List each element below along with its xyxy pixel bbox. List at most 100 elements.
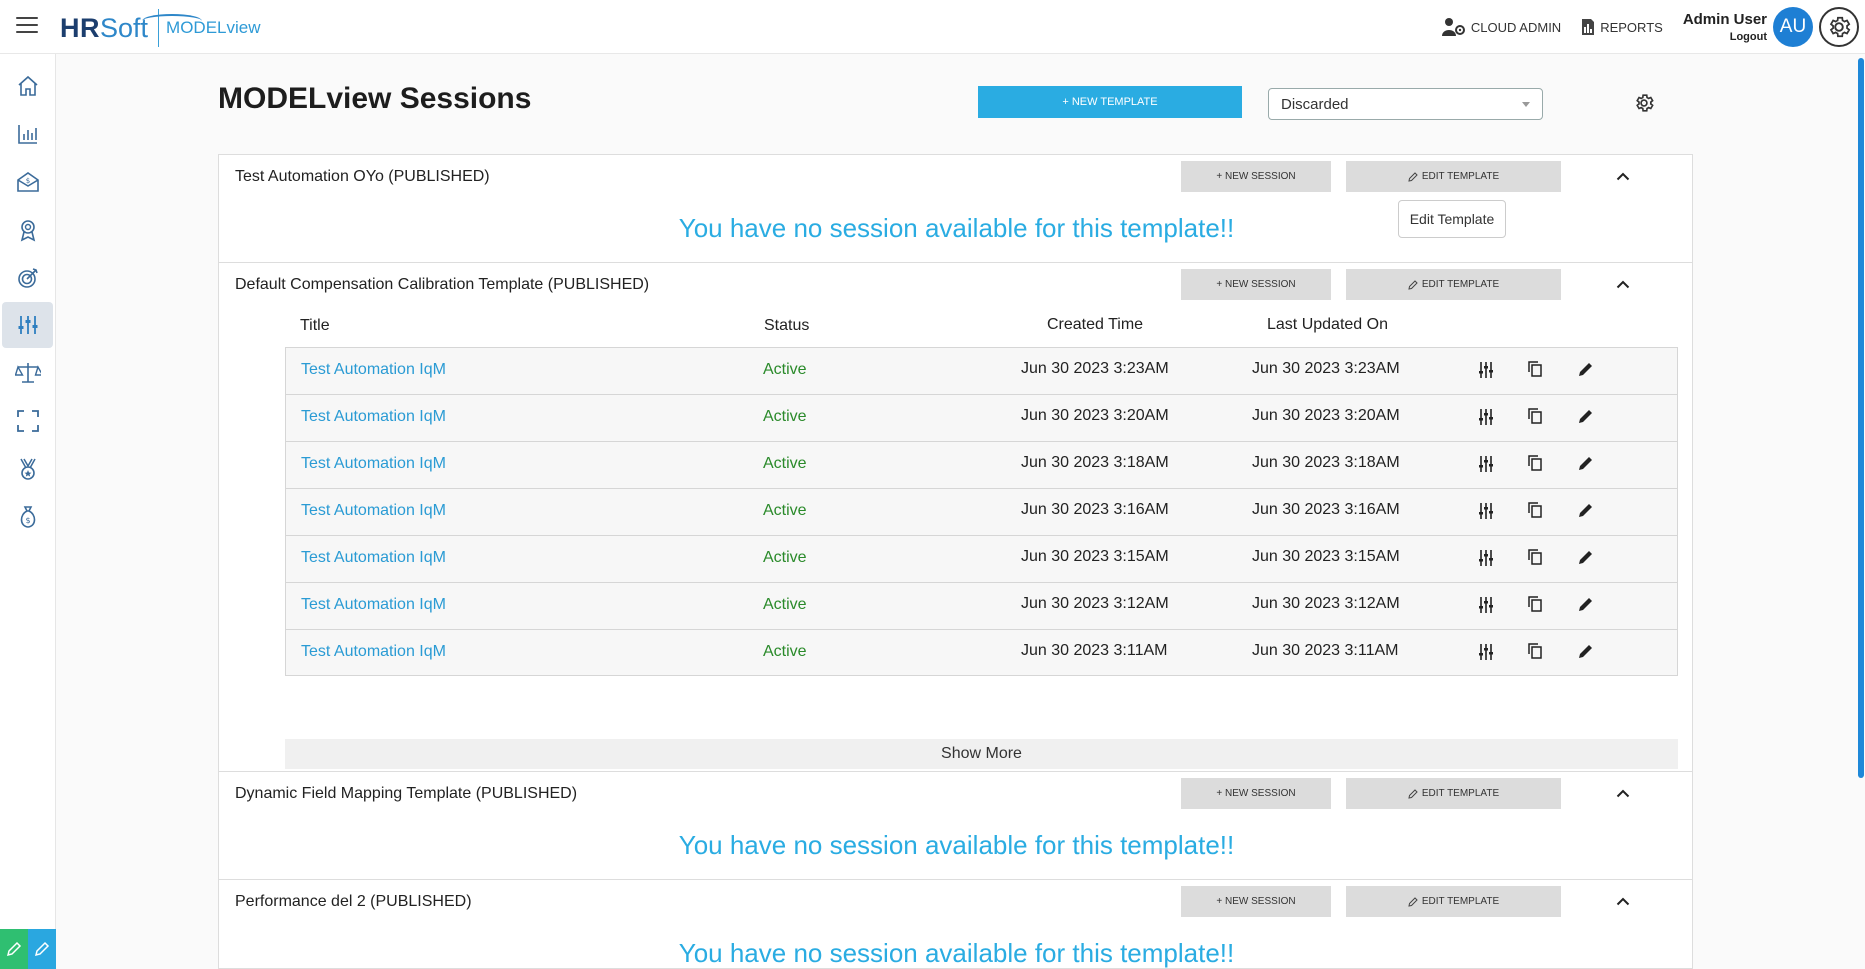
sliders-action-icon[interactable] xyxy=(1479,455,1493,473)
session-created: Jun 30 2023 3:20AM xyxy=(1021,407,1169,424)
edit-template-label: EDIT TEMPLATE xyxy=(1421,171,1500,182)
sidebar-item-calibration[interactable] xyxy=(2,350,53,396)
pencil-icon xyxy=(1408,279,1418,290)
sidebar-item-compensation[interactable]: $ xyxy=(2,159,53,205)
template-title: Test Automation OYo (PUBLISHED) xyxy=(235,168,490,185)
new-session-button[interactable]: + NEW SESSION xyxy=(1181,269,1331,300)
copy-icon[interactable] xyxy=(1528,502,1542,518)
session-title-link[interactable]: Test Automation IqM xyxy=(301,455,446,473)
money-bag-icon: $ xyxy=(20,506,35,528)
edit-pencil-icon[interactable] xyxy=(1578,643,1594,659)
sidebar: $ $ xyxy=(0,54,56,969)
copy-icon[interactable] xyxy=(1528,596,1542,612)
hamburger-menu-icon[interactable] xyxy=(16,17,38,35)
edit-pencil-icon[interactable] xyxy=(1578,455,1594,471)
chevron-up-icon[interactable] xyxy=(1616,897,1630,906)
session-updated: Jun 30 2023 3:12AM xyxy=(1252,595,1400,612)
new-template-button[interactable]: + NEW TEMPLATE xyxy=(978,86,1242,118)
sliders-action-icon[interactable] xyxy=(1479,408,1493,426)
hrsoft-logo[interactable]: HR Soft MODELview xyxy=(60,9,261,47)
table-row: Test Automation IqM Active Jun 30 2023 3… xyxy=(285,441,1678,488)
chevron-up-icon[interactable] xyxy=(1616,172,1630,181)
session-created: Jun 30 2023 3:12AM xyxy=(1021,595,1169,612)
session-title-link[interactable]: Test Automation IqM xyxy=(301,361,446,379)
session-title-link[interactable]: Test Automation IqM xyxy=(301,502,446,520)
avatar[interactable]: AU xyxy=(1773,7,1813,47)
logo-arc xyxy=(142,14,202,28)
sidebar-item-recognition[interactable] xyxy=(2,446,53,492)
show-more-button[interactable]: Show More xyxy=(285,739,1678,769)
sidebar-item-home[interactable] xyxy=(2,63,53,109)
new-session-button[interactable]: + NEW SESSION xyxy=(1181,886,1331,917)
feedback-pencil-button[interactable] xyxy=(0,929,28,969)
session-title-link[interactable]: Test Automation IqM xyxy=(301,408,446,426)
sidebar-item-modelview[interactable] xyxy=(2,302,53,348)
compensation-envelope-icon: $ xyxy=(16,172,39,192)
expand-frame-icon xyxy=(16,410,39,432)
balance-scale-icon xyxy=(14,363,41,383)
bottom-tools xyxy=(0,929,56,969)
session-updated: Jun 30 2023 3:11AM xyxy=(1252,642,1399,659)
copy-icon[interactable] xyxy=(1528,455,1542,471)
session-title-link[interactable]: Test Automation IqM xyxy=(301,643,446,661)
edit-pencil-icon[interactable] xyxy=(1578,502,1594,518)
caret-down-icon xyxy=(1522,102,1530,107)
edit-pencil-icon[interactable] xyxy=(1578,408,1594,424)
copy-icon[interactable] xyxy=(1528,408,1542,424)
session-title-link[interactable]: Test Automation IqM xyxy=(301,549,446,567)
cloud-admin-link[interactable]: CLOUD ADMIN xyxy=(1441,17,1562,37)
sidebar-item-budget[interactable]: $ xyxy=(2,494,53,540)
logout-link[interactable]: Logout xyxy=(1683,31,1767,43)
reports-link[interactable]: REPORTS xyxy=(1581,18,1663,36)
sidebar-item-fullscreen[interactable] xyxy=(2,398,53,444)
top-bar: HR Soft MODELview CLOUD ADMIN REPORTS Ad… xyxy=(0,0,1865,54)
edit-template-label: EDIT TEMPLATE xyxy=(1421,279,1500,290)
column-header-updated: Last Updated On xyxy=(1267,316,1388,333)
session-status: Active xyxy=(763,408,807,425)
new-session-button[interactable]: + NEW SESSION xyxy=(1181,778,1331,809)
status-filter-select[interactable]: Discarded xyxy=(1268,88,1543,120)
sidebar-item-analytics[interactable] xyxy=(2,111,53,157)
session-updated: Jun 30 2023 3:16AM xyxy=(1252,501,1400,518)
template-card: Default Compensation Calibration Templat… xyxy=(218,262,1693,772)
edit-pencil-icon[interactable] xyxy=(1578,361,1594,377)
copy-icon[interactable] xyxy=(1528,549,1542,565)
cloud-admin-label: CLOUD ADMIN xyxy=(1470,19,1562,35)
chevron-up-icon[interactable] xyxy=(1616,280,1630,289)
session-updated: Jun 30 2023 3:20AM xyxy=(1252,407,1400,424)
reports-label: REPORTS xyxy=(1600,19,1663,35)
copy-icon[interactable] xyxy=(1528,361,1542,377)
session-updated: Jun 30 2023 3:15AM xyxy=(1252,548,1400,565)
edit-template-button[interactable]: EDIT TEMPLATE xyxy=(1346,161,1561,192)
session-created: Jun 30 2023 3:16AM xyxy=(1021,501,1169,518)
edit-template-button[interactable]: EDIT TEMPLATE xyxy=(1346,269,1561,300)
copy-icon[interactable] xyxy=(1528,643,1542,659)
sliders-action-icon[interactable] xyxy=(1479,502,1493,520)
sliders-action-icon[interactable] xyxy=(1479,596,1493,614)
session-status: Active xyxy=(763,502,807,519)
settings-gear-icon[interactable] xyxy=(1819,7,1859,47)
sidebar-item-awards[interactable] xyxy=(2,207,53,253)
edit-pen-button[interactable] xyxy=(28,929,56,969)
new-session-button[interactable]: + NEW SESSION xyxy=(1181,161,1331,192)
edit-template-button[interactable]: EDIT TEMPLATE xyxy=(1346,886,1561,917)
sidebar-item-goals[interactable] xyxy=(2,255,53,301)
edit-pencil-icon[interactable] xyxy=(1578,549,1594,565)
svg-text:$: $ xyxy=(25,177,29,185)
column-header-status: Status xyxy=(764,317,810,334)
page-settings-gear-icon[interactable] xyxy=(1633,92,1655,119)
edit-template-button[interactable]: EDIT TEMPLATE xyxy=(1346,778,1561,809)
edit-pencil-icon[interactable] xyxy=(1578,596,1594,612)
table-row: Test Automation IqM Active Jun 30 2023 3… xyxy=(285,535,1678,582)
scrollbar-thumb[interactable] xyxy=(1858,58,1864,778)
sliders-action-icon[interactable] xyxy=(1479,643,1493,661)
table-row: Test Automation IqM Active Jun 30 2023 3… xyxy=(285,488,1678,535)
page-scrollbar[interactable] xyxy=(1857,54,1865,969)
session-status: Active xyxy=(763,643,807,660)
chevron-up-icon[interactable] xyxy=(1616,789,1630,798)
sliders-action-icon[interactable] xyxy=(1479,549,1493,567)
home-icon xyxy=(17,75,38,96)
session-title-link[interactable]: Test Automation IqM xyxy=(301,596,446,614)
reports-document-icon xyxy=(1582,19,1595,35)
sliders-action-icon[interactable] xyxy=(1479,361,1493,379)
